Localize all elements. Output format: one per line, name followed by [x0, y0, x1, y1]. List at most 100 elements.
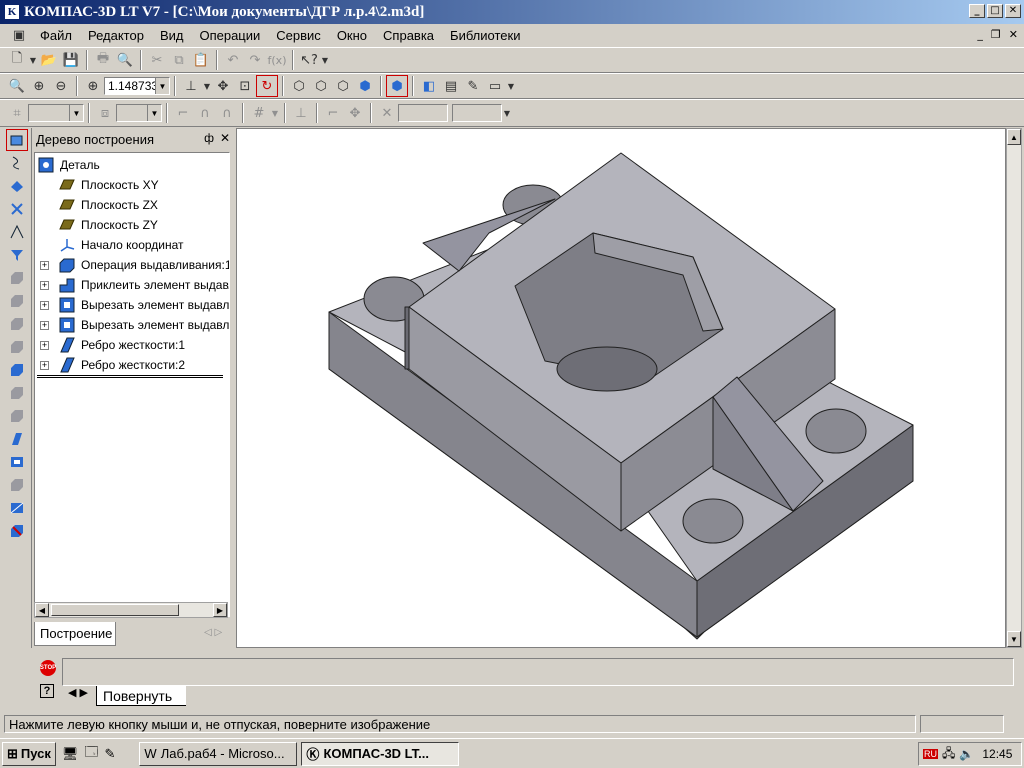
spatial-curves-icon[interactable] — [6, 152, 28, 174]
model-viewport[interactable] — [236, 128, 1006, 648]
expand-icon[interactable]: + — [40, 340, 49, 350]
properties-icon[interactable]: ▤ — [440, 75, 462, 97]
language-indicator[interactable]: RU — [923, 749, 938, 759]
scroll-thumb[interactable] — [51, 604, 179, 616]
tree-node-extrusion-1[interactable]: + Операция выдавливания:1 — [40, 255, 229, 275]
shaded-icon[interactable]: ⬢ — [354, 75, 376, 97]
magnet-icon[interactable]: ∩ — [194, 102, 216, 124]
tab-scroll-icon[interactable]: ◁ ▷ — [204, 627, 222, 638]
local-cs-icon[interactable]: ⌐ — [172, 102, 194, 124]
panel-icon[interactable]: ▭ — [484, 75, 506, 97]
rib-icon[interactable] — [6, 428, 28, 450]
expand-icon[interactable]: + — [40, 320, 49, 330]
tree-node-cut-extrude-2[interactable]: + Вырезать элемент выдавли — [40, 315, 229, 335]
measure-tools-icon[interactable] — [6, 221, 28, 243]
hidden-lines-icon[interactable]: ⬡ — [310, 75, 332, 97]
zoom-scale-icon[interactable]: ⊕ — [82, 75, 104, 97]
task-kompas[interactable]: Ⓚ КОМПАС-3D LT... — [301, 741, 460, 766]
chamfer-icon[interactable] — [6, 405, 28, 427]
tree-close-icon[interactable]: ✕ — [220, 131, 230, 145]
fillet-icon[interactable] — [6, 382, 28, 404]
help-icon[interactable]: ? — [40, 684, 54, 698]
volume-icon[interactable]: 🔈 — [959, 747, 974, 761]
array-icon[interactable] — [6, 520, 28, 542]
show-all-icon[interactable]: ⊡ — [234, 75, 256, 97]
zoom-window-icon[interactable]: 🔍 — [6, 75, 28, 97]
tree-node-rib-1[interactable]: + Ребро жесткости:1 — [40, 335, 185, 355]
model-tree-icon[interactable]: ◧ — [418, 75, 440, 97]
orientation-dropdown-icon[interactable]: ▼ — [202, 75, 212, 97]
tree-node-plane-zy[interactable]: Плоскость ZY — [59, 215, 158, 235]
expand-icon[interactable]: + — [40, 260, 49, 270]
filter-icon[interactable] — [6, 244, 28, 266]
menu-window[interactable]: Окно — [329, 28, 375, 43]
tree-node-origin[interactable]: Начало координат — [59, 235, 184, 255]
loft-op-icon[interactable] — [6, 336, 28, 358]
copy-icon[interactable]: ⧉ — [168, 49, 190, 71]
scroll-down-icon[interactable]: ▼ — [1007, 631, 1021, 647]
zoom-scale-select[interactable]: 1.148733 ▼ — [104, 77, 170, 95]
tree-view[interactable]: Деталь Плоскость XY Плоскость ZX Плоскос… — [34, 152, 230, 617]
kompas-app-icon[interactable]: K — [4, 4, 20, 20]
round-icon[interactable]: ⌐ — [322, 102, 344, 124]
tree-node-rib-2[interactable]: + Ребро жесткости:2 — [40, 355, 185, 375]
surfaces-icon[interactable] — [6, 175, 28, 197]
prop-tab-scroll-icon[interactable]: ◀ ▶ — [68, 686, 88, 699]
section-icon[interactable] — [6, 497, 28, 519]
network-icon[interactable]: 🖧 — [942, 744, 955, 765]
rotate-icon[interactable]: ↻ — [256, 75, 278, 97]
kinematic-op-icon[interactable] — [6, 313, 28, 335]
close-button[interactable]: ✕ — [1005, 4, 1021, 18]
shell-icon[interactable] — [6, 451, 28, 473]
menu-libraries[interactable]: Библиотеки — [442, 28, 528, 43]
cut-icon[interactable]: ✂ — [146, 49, 168, 71]
grid-dropdown-icon[interactable]: ▼ — [270, 102, 280, 124]
scroll-up-icon[interactable]: ▲ — [1007, 129, 1021, 145]
document-system-icon[interactable]: ▣ — [10, 26, 28, 44]
rotation-op-icon[interactable] — [6, 290, 28, 312]
menu-help[interactable]: Справка — [375, 28, 442, 43]
grid-icon[interactable]: # — [248, 102, 270, 124]
open-folder-icon[interactable]: 📂 — [38, 49, 60, 71]
tree-end-marker[interactable] — [37, 375, 223, 378]
start-button[interactable]: ⊞ Пуск — [2, 741, 56, 766]
maximize-button[interactable]: □ — [987, 4, 1003, 18]
quicklaunch-app-icon[interactable]: ✎ — [105, 746, 116, 762]
snap-icon[interactable]: ⌗ — [6, 102, 28, 124]
undo-icon[interactable]: ↶ — [222, 49, 244, 71]
zoom-out-icon[interactable]: ⊖ — [50, 75, 72, 97]
tree-horizontal-scrollbar[interactable]: ◀ ▶ — [34, 602, 228, 618]
auxiliary-geometry-icon[interactable] — [6, 198, 28, 220]
redo-icon[interactable]: ↷ — [244, 49, 266, 71]
help-dropdown-icon[interactable]: ▼ — [320, 49, 330, 71]
zoom-in-icon[interactable]: ⊕ — [28, 75, 50, 97]
pin-icon[interactable]: ф — [204, 131, 214, 145]
quicklaunch-desktop-icon[interactable]: 🖥 — [62, 746, 79, 762]
doc-minimize-button[interactable]: _ — [977, 28, 983, 41]
chevron-down-icon[interactable]: ▼ — [155, 78, 169, 94]
save-icon[interactable]: 💾 — [60, 49, 82, 71]
menu-editor[interactable]: Редактор — [80, 28, 152, 43]
coords-icon[interactable]: ✕ — [376, 102, 398, 124]
menu-service[interactable]: Сервис — [268, 28, 329, 43]
formula-fx-button[interactable]: f(x) — [266, 49, 288, 71]
state-combo-2[interactable]: ▼ — [116, 104, 162, 122]
new-dropdown-icon[interactable]: ▼ — [28, 49, 38, 71]
chevron-down-icon[interactable]: ▼ — [147, 105, 161, 121]
scroll-left-icon[interactable]: ◀ — [35, 603, 49, 617]
wireframe-icon[interactable]: ⬡ — [288, 75, 310, 97]
stop-button[interactable]: STOP — [40, 660, 56, 676]
task-word-document[interactable]: W Лаб.раб4 - Microso... — [139, 741, 298, 766]
doc-restore-button[interactable]: ❐ — [991, 28, 1001, 41]
menu-view[interactable]: Вид — [152, 28, 192, 43]
expand-icon[interactable]: + — [40, 300, 49, 310]
menu-file[interactable]: Файл — [32, 28, 80, 43]
layer-icon[interactable]: ⧈ — [94, 102, 116, 124]
scroll-right-icon[interactable]: ▶ — [213, 603, 227, 617]
menu-operations[interactable]: Операции — [191, 28, 268, 43]
tree-node-cut-extrude-1[interactable]: + Вырезать элемент выдавли — [40, 295, 229, 315]
3d-model[interactable] — [237, 129, 1005, 647]
edit-details-icon[interactable] — [6, 129, 28, 151]
paste-icon[interactable]: 📋 — [190, 49, 212, 71]
incline-icon[interactable] — [6, 474, 28, 496]
